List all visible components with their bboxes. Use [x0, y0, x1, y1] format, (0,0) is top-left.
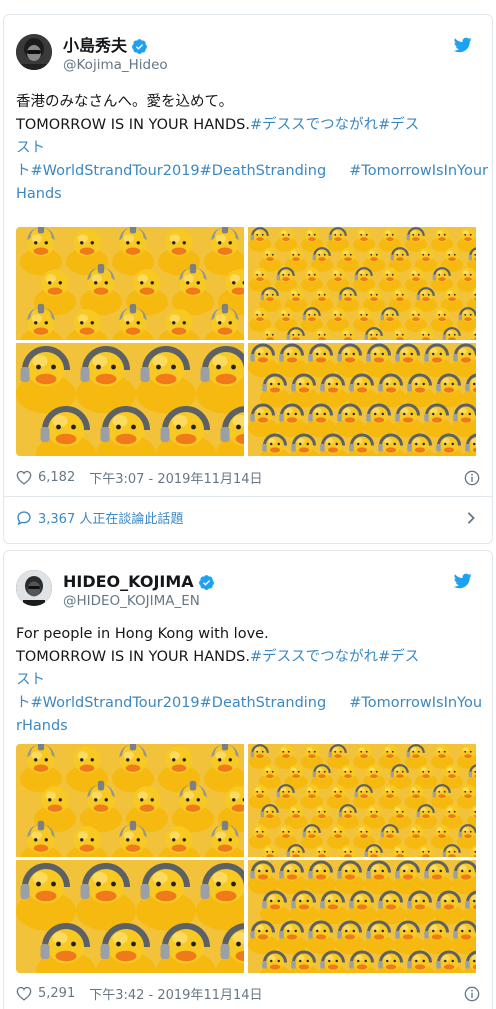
hashtag-link[interactable]: ト#WorldStrandTour2019: [16, 695, 200, 711]
tweet-text-line: rHands: [16, 715, 478, 738]
tweet-text-line: ト#WorldStrandTour2019#DeathStranding #To…: [16, 160, 488, 183]
avatar-image: [16, 34, 52, 70]
avatar[interactable]: [16, 34, 52, 70]
divider: [4, 496, 492, 497]
tweet-text: For people in Hong Kong with love. TOMOR…: [16, 623, 482, 738]
verified-badge-icon: [198, 574, 214, 590]
author-name-row[interactable]: 小島秀夫: [63, 36, 148, 56]
tweet-text-line: 香港のみなさんへ。愛を込めて。: [16, 91, 478, 114]
hashtag-link[interactable]: ト#WorldStrandTour2019: [16, 163, 200, 179]
like-count[interactable]: 6,182: [38, 470, 75, 485]
hashtag-link[interactable]: #デス: [378, 649, 419, 665]
tweet-text-line: スト: [16, 669, 478, 692]
hashtag-link[interactable]: #DeathStranding: [200, 163, 327, 179]
photo-grid: [16, 227, 478, 456]
author-handle[interactable]: @HIDEO_KOJIMA_EN: [63, 592, 200, 610]
heart-icon[interactable]: [16, 986, 32, 1001]
display-name[interactable]: 小島秀夫: [63, 36, 127, 56]
tweet-text-line: TOMORROW IS IN YOUR HANDS.#デススでつながれ#デス: [16, 114, 478, 137]
tweet-text: 香港のみなさんへ。愛を込めて。 TOMORROW IS IN YOUR HAND…: [16, 91, 488, 206]
hashtag-link[interactable]: #TomorrowIsInYour: [349, 163, 488, 179]
tweet-footer: 5,291 下午3:42 - 2019年11月14日: [16, 984, 480, 1003]
tweet-card: 小島秀夫 @Kojima_Hideo 香港のみなさんへ。愛を込めて。 TOMOR…: [3, 14, 493, 544]
timestamp[interactable]: 下午3:42 - 2019年11月14日: [89, 984, 262, 1003]
chevron-right-icon: [467, 511, 475, 524]
tweet-card: HIDEO_KOJIMA @HIDEO_KOJIMA_EN For people…: [3, 550, 493, 1009]
photo-thumbnail[interactable]: [16, 227, 244, 340]
hashtag-link[interactable]: スト: [16, 672, 45, 688]
duck-photo-helmet: [16, 343, 244, 456]
duck-photo-rows: [248, 860, 476, 973]
photo-grid: [16, 744, 478, 973]
photo-thumbnail[interactable]: [16, 744, 244, 857]
like-count[interactable]: 5,291: [38, 986, 75, 1001]
photo-thumbnail[interactable]: [16, 343, 244, 456]
tweet-footer: 6,182 下午3:07 - 2019年11月14日: [16, 468, 480, 487]
info-icon[interactable]: [464, 470, 480, 486]
text-segment: TOMORROW IS IN YOUR HANDS.: [16, 649, 250, 665]
avatar-image: [16, 570, 52, 606]
verified-badge-icon: [132, 38, 147, 54]
duck-photo-small: [248, 227, 476, 340]
duck-photo-small: [248, 744, 476, 857]
photo-thumbnail[interactable]: [248, 744, 476, 857]
hashtag-link[interactable]: #デススでつながれ: [250, 117, 378, 133]
author-name-row[interactable]: HIDEO_KOJIMA: [63, 572, 215, 592]
hashtag-link[interactable]: #デススでつながれ: [250, 649, 378, 665]
hashtag-link[interactable]: Hands: [16, 186, 62, 202]
twitter-bird-icon[interactable]: [454, 573, 472, 589]
duck-photo-rows: [248, 343, 476, 456]
tweet-text-line: TOMORROW IS IN YOUR HANDS.#デススでつながれ#デス: [16, 646, 478, 669]
conversation-label[interactable]: 3,367 人正在談論此話題: [38, 508, 183, 527]
conversation-link[interactable]: 3,367 人正在談論此話題: [16, 508, 480, 527]
tweet-text-line: スト: [16, 137, 478, 160]
text-segment: [326, 695, 349, 711]
text-segment: 香港のみなさんへ。愛を込めて。: [16, 94, 234, 110]
author-handle[interactable]: @Kojima_Hideo: [63, 56, 168, 74]
display-name[interactable]: HIDEO_KOJIMA: [63, 572, 194, 592]
photo-thumbnail[interactable]: [16, 860, 244, 973]
duck-photo-large: [16, 744, 244, 857]
twitter-bird-icon[interactable]: [454, 37, 472, 53]
timestamp[interactable]: 下午3:07 - 2019年11月14日: [89, 468, 262, 487]
tweet-text-line: Hands: [16, 183, 478, 206]
tweet-text-line: ト#WorldStrandTour2019#DeathStranding #To…: [16, 692, 482, 715]
tweet-text-line: For people in Hong Kong with love.: [16, 623, 478, 646]
photo-thumbnail[interactable]: [248, 227, 476, 340]
hashtag-link[interactable]: スト: [16, 140, 45, 156]
text-segment: For people in Hong Kong with love.: [16, 626, 269, 642]
photo-thumbnail[interactable]: [248, 860, 476, 973]
hashtag-link[interactable]: #デス: [378, 117, 419, 133]
duck-photo-large: [16, 227, 244, 340]
reply-bubble-icon: [17, 510, 31, 525]
hashtag-link[interactable]: rHands: [16, 718, 68, 734]
text-segment: [326, 163, 349, 179]
hashtag-link[interactable]: #DeathStranding: [200, 695, 327, 711]
info-icon[interactable]: [464, 986, 480, 1002]
avatar[interactable]: [16, 570, 52, 606]
text-segment: TOMORROW IS IN YOUR HANDS.: [16, 117, 250, 133]
hashtag-link[interactable]: #TomorrowIsInYou: [349, 695, 482, 711]
heart-icon[interactable]: [16, 470, 32, 485]
duck-photo-helmet: [16, 860, 244, 973]
photo-thumbnail[interactable]: [248, 343, 476, 456]
